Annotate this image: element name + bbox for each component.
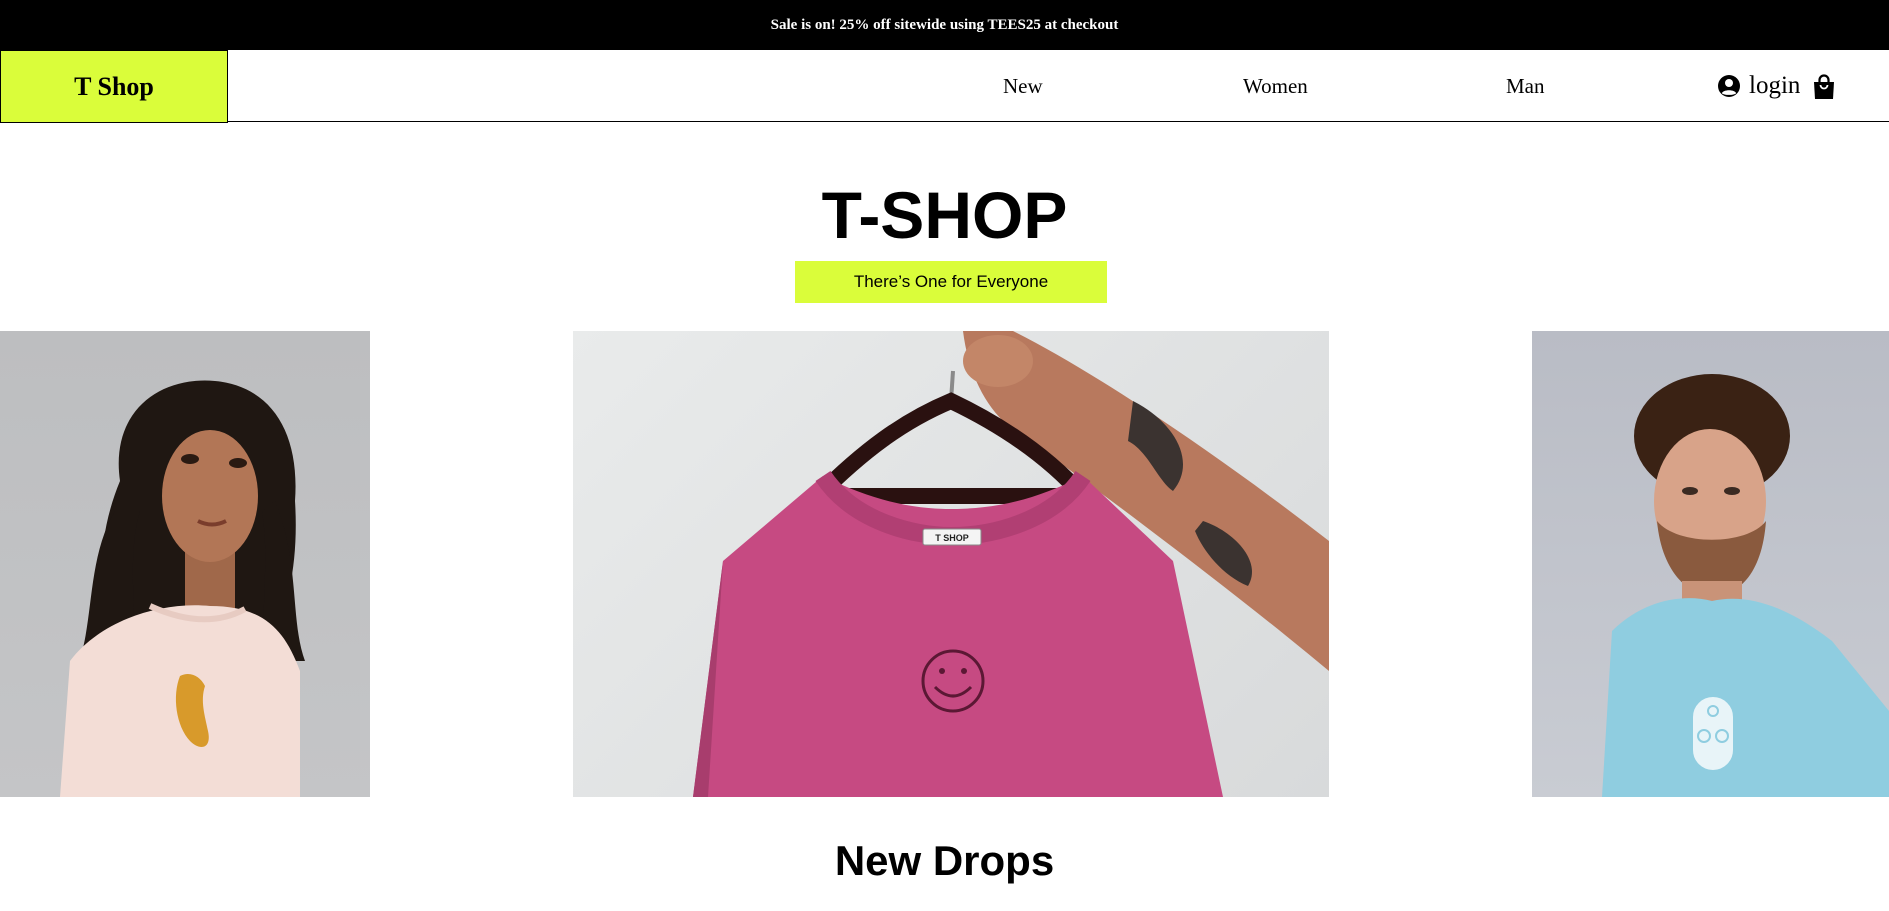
- logo[interactable]: T Shop: [0, 50, 228, 123]
- nav-link-new[interactable]: New: [1003, 50, 1043, 122]
- login-label: login: [1749, 72, 1801, 99]
- shopping-bag-icon[interactable]: [1812, 74, 1836, 100]
- hero-title: T-SHOP: [821, 178, 1068, 252]
- woman-illustration: [60, 380, 305, 797]
- man-illustration: [1602, 374, 1889, 797]
- promo-banner: Sale is on! 25% off sitewide using TEES2…: [0, 0, 1889, 50]
- tshirt-illustration: T SHOP: [693, 331, 1329, 797]
- user-circle-icon: [1718, 75, 1740, 97]
- main-nav: T Shop New Women Man login: [0, 50, 1889, 123]
- shirt-label-text: T SHOP: [935, 533, 969, 543]
- logo-text: T Shop: [74, 71, 154, 101]
- hero-tagline: There’s One for Everyone: [795, 261, 1107, 303]
- hero-tagline-text: There’s One for Everyone: [853, 272, 1049, 291]
- new-drops-title: New Drops: [834, 837, 1055, 884]
- promo-text: Sale is on! 25% off sitewide using TEES2…: [770, 16, 1119, 33]
- nav-link-man[interactable]: Man: [1506, 50, 1545, 122]
- hero-image-men[interactable]: [1532, 331, 1889, 797]
- nav-link-women[interactable]: Women: [1243, 50, 1308, 122]
- hero-image-women[interactable]: [0, 331, 370, 797]
- login-link[interactable]: login: [1717, 50, 1800, 122]
- hero-image-featured[interactable]: T SHOP: [573, 331, 1329, 797]
